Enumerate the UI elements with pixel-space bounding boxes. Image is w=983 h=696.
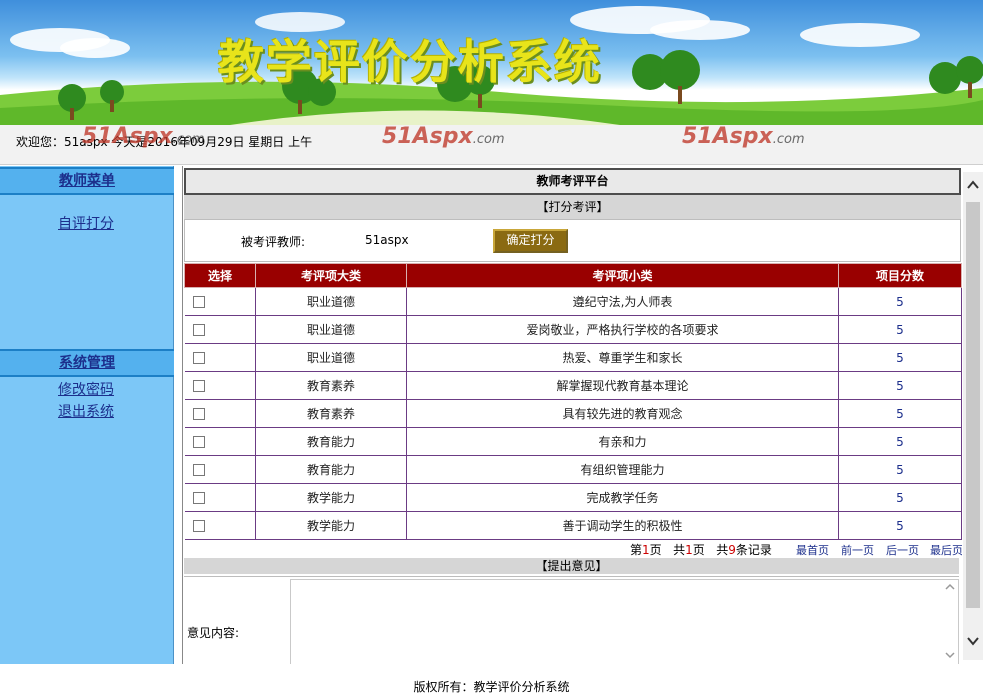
opinion-section-title: 【提出意见】 <box>184 558 959 574</box>
column-header-score: 项目分数 <box>838 263 962 288</box>
row-checkbox[interactable] <box>192 520 205 532</box>
row-category: 职业道德 <box>255 315 407 344</box>
score-section-title: 【打分考评】 <box>184 195 961 219</box>
scroll-down-icon[interactable] <box>963 630 983 652</box>
sidebar: 教师菜单 自评打分 系统管理 修改密码 退出系统 <box>0 166 174 664</box>
row-score: 5 <box>838 315 962 344</box>
row-subcategory: 解掌握现代教育基本理论 <box>406 371 839 400</box>
row-category: 教育能力 <box>255 455 407 484</box>
pager-last-link[interactable]: 最后页 <box>930 542 962 558</box>
teacher-label: 被考评教师: <box>241 235 306 249</box>
row-subcategory: 热爱、尊重学生和家长 <box>406 343 839 372</box>
table-header-row: 选择 考评项大类 考评项小类 项目分数 <box>184 263 962 288</box>
pager: 第1页 共1页 共9条记录 最首页 前一页 后一页 最后页 <box>184 538 962 558</box>
confirm-score-button[interactable]: 确定打分 <box>493 229 568 253</box>
row-select-cell <box>184 511 256 540</box>
row-score: 5 <box>838 511 962 540</box>
row-score: 5 <box>838 287 962 316</box>
row-category: 教学能力 <box>255 483 407 512</box>
table-row: 教育能力 有组织管理能力 5 <box>184 455 962 484</box>
banner-title: 教学评价分析系统 <box>218 35 602 89</box>
opinion-scrollbar[interactable] <box>943 581 957 661</box>
row-select-cell <box>184 483 256 512</box>
row-score: 5 <box>838 399 962 428</box>
row-score: 5 <box>838 343 962 372</box>
teacher-menu-title[interactable]: 教师菜单 <box>59 173 115 189</box>
column-header-subcategory: 考评项小类 <box>406 263 839 288</box>
welcome-text: 欢迎您：51aspx 今天是2016年09月29日 星期日 上午 <box>16 135 313 149</box>
row-category: 职业道德 <box>255 343 407 372</box>
row-checkbox[interactable] <box>192 352 205 364</box>
row-select-cell <box>184 399 256 428</box>
opinion-area: 意见内容: <box>184 576 959 664</box>
row-subcategory: 有组织管理能力 <box>406 455 839 484</box>
row-category: 职业道德 <box>255 287 407 316</box>
pager-first-link[interactable]: 最首页 <box>796 542 829 558</box>
teacher-menu-header: 教师菜单 <box>0 167 174 195</box>
row-checkbox[interactable] <box>192 296 205 308</box>
row-select-cell <box>184 371 256 400</box>
row-subcategory: 遵纪守法,为人师表 <box>406 287 839 316</box>
row-checkbox[interactable] <box>192 464 205 476</box>
row-subcategory: 爱岗敬业，严格执行学校的各项要求 <box>406 315 839 344</box>
row-category: 教学能力 <box>255 511 407 540</box>
teacher-row: 被考评教师: 51aspx 确定打分 <box>184 219 961 262</box>
table-row: 职业道德 爱岗敬业，严格执行学校的各项要求 5 <box>184 315 962 344</box>
system-menu-header: 系统管理 <box>0 349 174 377</box>
row-score: 5 <box>838 371 962 400</box>
row-category: 教育能力 <box>255 427 407 456</box>
row-select-cell <box>184 427 256 456</box>
table-row: 教学能力 完成教学任务 5 <box>184 483 962 512</box>
row-checkbox[interactable] <box>192 380 205 392</box>
opinion-label: 意见内容: <box>187 626 240 640</box>
row-select-cell <box>184 315 256 344</box>
row-subcategory: 完成教学任务 <box>406 483 839 512</box>
row-subcategory: 有亲和力 <box>406 427 839 456</box>
row-subcategory: 具有较先进的教育观念 <box>406 399 839 428</box>
table-row: 职业道德 热爱、尊重学生和家长 5 <box>184 343 962 372</box>
table-row: 教育素养 具有较先进的教育观念 5 <box>184 399 962 428</box>
system-menu-title[interactable]: 系统管理 <box>59 355 115 371</box>
main-panel: 教师考评平台 【打分考评】 被考评教师: 51aspx 确定打分 选择 考评项大… <box>182 166 962 664</box>
row-score: 5 <box>838 483 962 512</box>
pager-info: 第1页 共1页 共9条记录 <box>630 543 772 557</box>
table-row: 教学能力 善于调动学生的积极性 5 <box>184 511 962 540</box>
teacher-name: 51aspx <box>365 233 409 247</box>
column-header-select: 选择 <box>184 263 256 288</box>
row-subcategory: 善于调动学生的积极性 <box>406 511 839 540</box>
row-select-cell <box>184 455 256 484</box>
sidebar-item-self-scoring[interactable]: 自评打分 <box>58 213 114 233</box>
row-score: 5 <box>838 455 962 484</box>
welcome-bar: 欢迎您：51aspx 今天是2016年09月29日 星期日 上午 <box>0 125 983 165</box>
pager-prev-link[interactable]: 前一页 <box>841 542 874 558</box>
table-row: 教育能力 有亲和力 5 <box>184 427 962 456</box>
scroll-thumb[interactable] <box>966 202 980 608</box>
table-row: 职业道德 遵纪守法,为人师表 5 <box>184 287 962 316</box>
row-category: 教育素养 <box>255 371 407 400</box>
page: 教学评价分析系统 欢迎您：51aspx 今天是2016年09月29日 星期日 上… <box>0 0 983 696</box>
sidebar-item-logout[interactable]: 退出系统 <box>58 401 114 421</box>
evaluation-table: 选择 考评项大类 考评项小类 项目分数 职业道德 遵纪守法,为人师表 5 职业道德 爱岗… <box>184 263 962 540</box>
platform-title: 教师考评平台 <box>184 168 961 195</box>
pager-next-link[interactable]: 后一页 <box>886 542 919 558</box>
column-header-category: 考评项大类 <box>255 263 407 288</box>
row-checkbox[interactable] <box>192 408 205 420</box>
banner: 教学评价分析系统 <box>0 0 983 125</box>
row-select-cell <box>184 343 256 372</box>
sidebar-item-change-password[interactable]: 修改密码 <box>58 379 114 399</box>
scroll-up-icon[interactable] <box>963 174 983 196</box>
page-scrollbar[interactable] <box>963 172 983 660</box>
row-checkbox[interactable] <box>192 324 205 336</box>
footer-copyright: 版权所有：教学评价分析系统 <box>413 680 570 694</box>
opinion-input[interactable] <box>290 579 959 664</box>
row-category: 教育素养 <box>255 399 407 428</box>
row-score: 5 <box>838 427 962 456</box>
row-select-cell <box>184 287 256 316</box>
row-checkbox[interactable] <box>192 492 205 504</box>
table-row: 教育素养 解掌握现代教育基本理论 5 <box>184 371 962 400</box>
row-checkbox[interactable] <box>192 436 205 448</box>
